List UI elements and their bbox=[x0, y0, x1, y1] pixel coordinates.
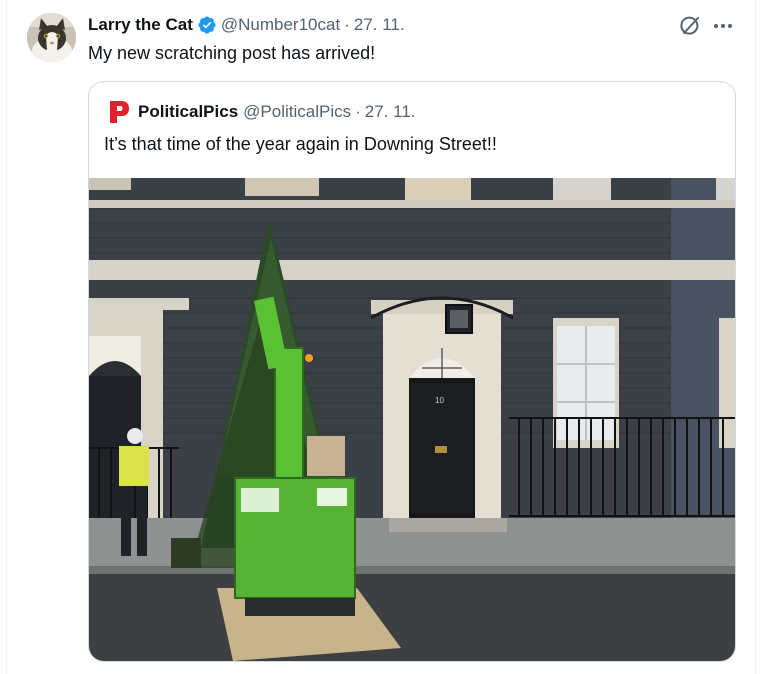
timeline-border-left bbox=[6, 0, 7, 674]
quoted-separator-dot: · bbox=[355, 102, 361, 121]
quoted-tweet-header: PoliticalPics @PoliticalPics · 27. 11. bbox=[108, 100, 416, 124]
timeline-border-right bbox=[755, 0, 756, 674]
cat-avatar-image bbox=[27, 13, 76, 62]
door-number: 10 bbox=[435, 396, 444, 405]
tweet-header: Larry the Cat @Number10cat · 27. 11. bbox=[88, 14, 405, 36]
tweet-photo[interactable]: 10 bbox=[89, 178, 735, 661]
grok-icon[interactable] bbox=[678, 14, 702, 38]
quoted-tweet-text: It’s that time of the year again in Down… bbox=[104, 134, 497, 154]
author-name[interactable]: Larry the Cat bbox=[88, 15, 193, 35]
quoted-tweet[interactable]: PoliticalPics @PoliticalPics · 27. 11. I… bbox=[88, 81, 736, 662]
downing-street-photo: 10 bbox=[89, 178, 735, 661]
tweet-date[interactable]: 27. 11. bbox=[354, 15, 405, 35]
tweet-text: My new scratching post has arrived! bbox=[88, 43, 376, 63]
quoted-author-name[interactable]: PoliticalPics bbox=[138, 102, 238, 122]
quoted-tweet-date[interactable]: 27. 11. bbox=[365, 102, 416, 122]
author-handle[interactable]: @Number10cat bbox=[221, 15, 340, 35]
politicalpics-logo-icon bbox=[108, 100, 130, 124]
verified-badge-icon bbox=[197, 15, 217, 35]
avatar[interactable] bbox=[27, 13, 76, 62]
more-options-icon[interactable] bbox=[711, 14, 735, 38]
separator-dot: · bbox=[344, 15, 350, 34]
quoted-author-handle[interactable]: @PoliticalPics bbox=[243, 102, 351, 122]
